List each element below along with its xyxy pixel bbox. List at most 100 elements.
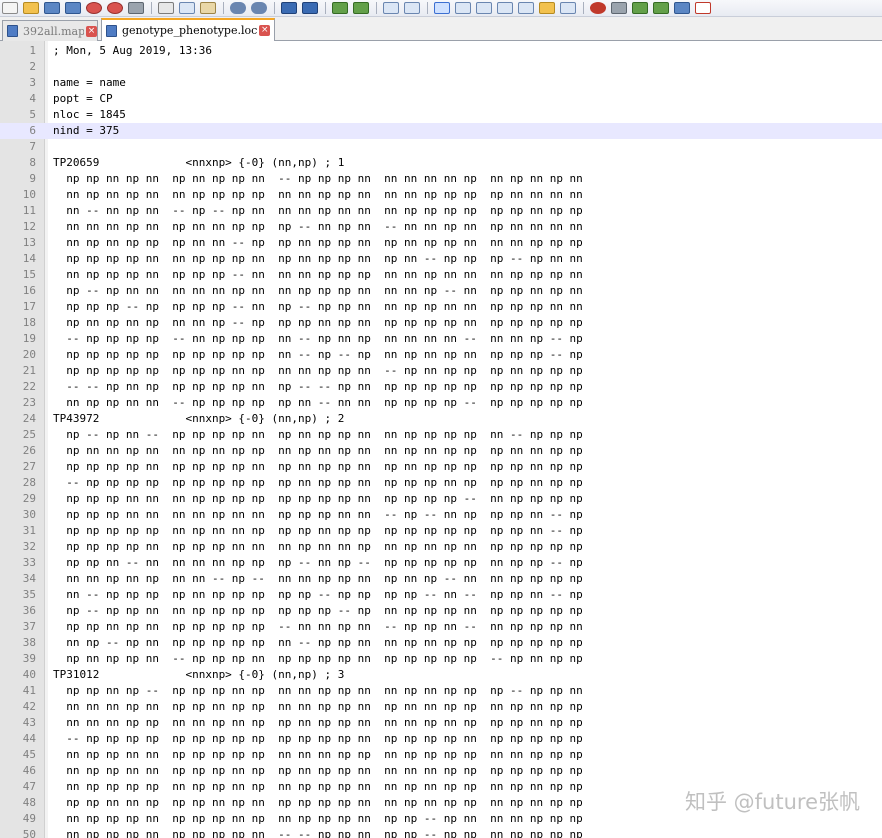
- text-editor[interactable]: 1 ; Mon, 5 Aug 2019, 13:36 2 3 name = name 4 p…: [0, 41, 882, 838]
- stop-record-icon[interactable]: [611, 2, 627, 14]
- replace-icon[interactable]: [302, 2, 318, 14]
- line-number: 42: [22, 700, 36, 713]
- editor-line[interactable]: 38 nn np -- np nn np np np np np nn -- n…: [0, 635, 882, 651]
- editor-line[interactable]: 18 np nn np nn np nn nn np -- np np np n…: [0, 315, 882, 331]
- editor-line[interactable]: 10 nn np nn np nn nn np np np np nn nn n…: [0, 187, 882, 203]
- editor-line[interactable]: 2: [0, 59, 882, 75]
- editor-line[interactable]: 7: [0, 139, 882, 155]
- function-list-icon[interactable]: [518, 2, 534, 14]
- editor-line[interactable]: 5 nloc = 1845: [0, 107, 882, 123]
- editor-line[interactable]: 19 -- np np np np -- nn np np np nn -- n…: [0, 331, 882, 347]
- editor-line[interactable]: 1 ; Mon, 5 Aug 2019, 13:36: [0, 43, 882, 59]
- editor-line[interactable]: 46 nn np np nn nn np np np nn np np nn n…: [0, 763, 882, 779]
- editor-line[interactable]: 30 np np np nn nn nn nn np nn nn np np n…: [0, 507, 882, 523]
- editor-line[interactable]: 25 np -- np nn -- np np np np nn np nn n…: [0, 427, 882, 443]
- spellcheck-icon[interactable]: [695, 2, 711, 14]
- zoom-out-icon[interactable]: [353, 2, 369, 14]
- toolbar: [0, 0, 882, 17]
- monitor-icon[interactable]: [560, 2, 576, 14]
- tab-genotype-phenotype-loc[interactable]: genotype_phenotype.loc ×: [101, 18, 275, 41]
- find-icon[interactable]: [281, 2, 297, 14]
- editor-line[interactable]: 13 nn np nn np np np nn nn -- np np nn n…: [0, 235, 882, 251]
- editor-line[interactable]: 16 np -- np nn nn nn nn nn np nn nn np n…: [0, 283, 882, 299]
- wrap-icon[interactable]: [434, 2, 450, 14]
- save-icon[interactable]: [44, 2, 60, 14]
- line-text: nn nn np nn np nn nn -- np -- nn nn np n…: [53, 572, 583, 585]
- zoom-in-icon[interactable]: [332, 2, 348, 14]
- save-macro-icon[interactable]: [674, 2, 690, 14]
- line-text: nn np np nn nn np np np np np nn nn nn n…: [53, 748, 583, 761]
- close-icon[interactable]: [86, 2, 102, 14]
- editor-line[interactable]: 37 np np nn np nn np np np np np -- nn n…: [0, 619, 882, 635]
- play-macro-icon[interactable]: [632, 2, 648, 14]
- editor-line[interactable]: 15 nn np np np nn np np np -- nn nn nn n…: [0, 267, 882, 283]
- editor-line[interactable]: 11 nn -- nn np nn -- np -- np nn nn nn n…: [0, 203, 882, 219]
- editor-line[interactable]: 45 nn np np nn nn np np np np np nn nn n…: [0, 747, 882, 763]
- doc-map-icon[interactable]: [497, 2, 513, 14]
- editor-line[interactable]: 28 -- np np np np np np np np np np nn n…: [0, 475, 882, 491]
- line-text: TP31012 <nnxnp> {-0} (nn,np) ; 3: [53, 668, 345, 681]
- show-all-icon[interactable]: [455, 2, 471, 14]
- indent-guide-icon[interactable]: [476, 2, 492, 14]
- tab-label: genotype_phenotype.loc: [122, 24, 258, 37]
- copy-icon[interactable]: [179, 2, 195, 14]
- print-icon[interactable]: [128, 2, 144, 14]
- line-text: np nn np np nn -- np np np nn np np np n…: [53, 652, 583, 665]
- line-text: ; Mon, 5 Aug 2019, 13:36: [53, 44, 212, 57]
- editor-line[interactable]: 40 TP31012 <nnxnp> {-0} (nn,np) ; 3: [0, 667, 882, 683]
- editor-line[interactable]: 14 np np np np nn nn np np np nn np nn n…: [0, 251, 882, 267]
- close-all-icon[interactable]: [107, 2, 123, 14]
- editor-line[interactable]: 17 np np np -- np np np np -- nn np -- n…: [0, 299, 882, 315]
- line-text: -- np np np np -- nn np np np nn -- np n…: [53, 332, 583, 345]
- close-tab-icon[interactable]: ×: [259, 25, 271, 36]
- editor-line[interactable]: 26 np nn nn np nn nn np nn np np nn np n…: [0, 443, 882, 459]
- editor-line[interactable]: 12 nn nn nn np nn np nn nn np np np -- n…: [0, 219, 882, 235]
- tab-392all-map[interactable]: 392all.map ×: [2, 20, 98, 41]
- editor-line[interactable]: 42 nn nn nn np nn np np nn np np nn nn n…: [0, 699, 882, 715]
- editor-line[interactable]: 34 nn nn np nn np nn nn -- np -- nn nn n…: [0, 571, 882, 587]
- editor-line[interactable]: 22 -- -- np nn np np np np np nn np -- -…: [0, 379, 882, 395]
- editor-line[interactable]: 23 nn np np nn nn -- np np np np np nn -…: [0, 395, 882, 411]
- editor-line[interactable]: 6 nind = 375: [0, 123, 882, 139]
- editor-line[interactable]: 29 np np np nn nn nn np np np np np np n…: [0, 491, 882, 507]
- cut-icon[interactable]: [158, 2, 174, 14]
- save-all-icon[interactable]: [65, 2, 81, 14]
- run-macro-multiple-icon[interactable]: [653, 2, 669, 14]
- editor-line[interactable]: 9 np np nn np nn np nn np np nn -- np np…: [0, 171, 882, 187]
- close-tab-icon[interactable]: ×: [86, 25, 97, 37]
- undo-icon[interactable]: [230, 2, 246, 14]
- editor-line[interactable]: 24 TP43972 <nnxnp> {-0} (nn,np) ; 2: [0, 411, 882, 427]
- editor-line[interactable]: 8 TP20659 <nnxnp> {-0} (nn,np) ; 1: [0, 155, 882, 171]
- line-text: np -- np np nn nn np np np np np np np -…: [53, 604, 583, 617]
- sync-v-icon[interactable]: [383, 2, 399, 14]
- line-text: nn np nn np np np nn nn -- np np nn np n…: [53, 236, 583, 249]
- paste-icon[interactable]: [200, 2, 216, 14]
- record-macro-icon[interactable]: [590, 2, 606, 14]
- redo-icon[interactable]: [251, 2, 267, 14]
- editor-line[interactable]: 32 np np np np nn np np np nn nn nn np n…: [0, 539, 882, 555]
- sync-h-icon[interactable]: [404, 2, 420, 14]
- editor-line[interactable]: 20 np np np np np np np np np np nn -- n…: [0, 347, 882, 363]
- editor-line[interactable]: 41 np np nn np -- np np np nn np nn nn n…: [0, 683, 882, 699]
- editor-line[interactable]: 43 nn nn nn np np nn nn np nn np np nn n…: [0, 715, 882, 731]
- new-file-icon[interactable]: [2, 2, 18, 14]
- editor-line[interactable]: 33 np np nn -- nn nn nn nn np np np -- n…: [0, 555, 882, 571]
- editor-line[interactable]: 3 name = name: [0, 75, 882, 91]
- editor-line[interactable]: 39 np nn np np nn -- np np np nn np np n…: [0, 651, 882, 667]
- editor-line[interactable]: 31 np np np np np nn np nn nn np np np n…: [0, 523, 882, 539]
- line-number: 30: [22, 508, 36, 521]
- editor-line[interactable]: 50 nn np np np nn np np np np nn -- -- n…: [0, 827, 882, 838]
- editor-line[interactable]: 21 np np np np np np np np nn np nn nn n…: [0, 363, 882, 379]
- line-number: 11: [22, 204, 36, 217]
- line-number: 10: [22, 188, 36, 201]
- open-file-icon[interactable]: [23, 2, 39, 14]
- line-number: 4: [29, 92, 36, 105]
- editor-line[interactable]: 44 -- np np np np np np np np np np np n…: [0, 731, 882, 747]
- line-number: 8: [29, 156, 36, 169]
- folder-workspace-icon[interactable]: [539, 2, 555, 14]
- line-number: 1: [29, 44, 36, 57]
- editor-line[interactable]: 35 nn -- np np np np nn np np np np np -…: [0, 587, 882, 603]
- editor-line[interactable]: 27 np np np np nn np np np np nn np nn n…: [0, 459, 882, 475]
- editor-line[interactable]: 4 popt = CP: [0, 91, 882, 107]
- editor-line[interactable]: 36 np -- np np nn nn np np np np np np n…: [0, 603, 882, 619]
